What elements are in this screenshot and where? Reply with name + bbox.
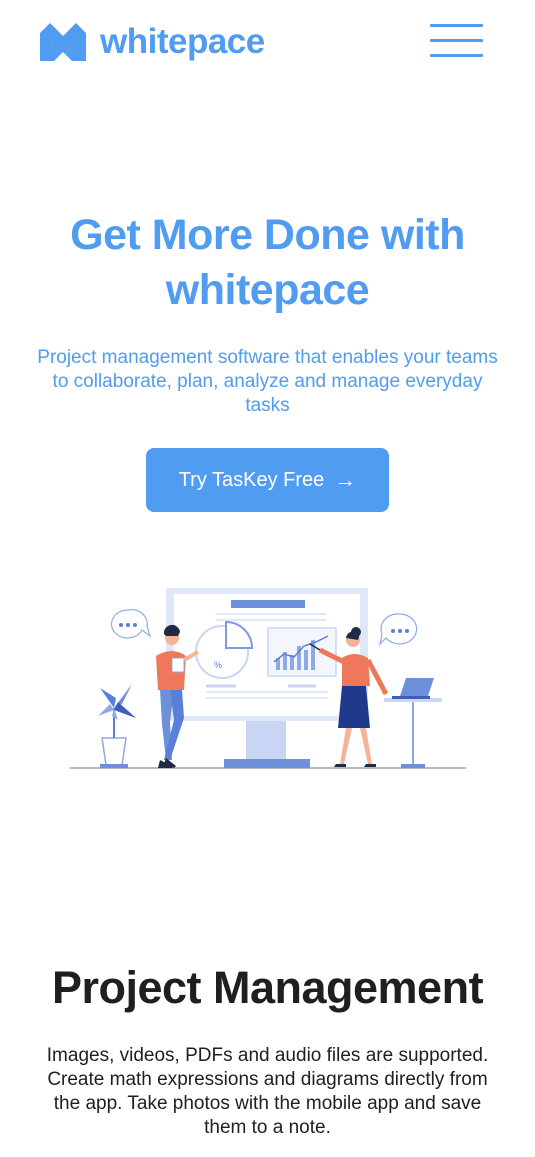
- arrow-right-icon: →: [334, 467, 357, 492]
- pie-percent-label: %: [214, 660, 222, 670]
- hamburger-menu-icon[interactable]: [428, 24, 484, 60]
- menu-line: [430, 24, 483, 27]
- try-taskey-free-button[interactable]: Try TasKey Free →: [146, 448, 389, 512]
- cta-label: Try TasKey Free: [178, 468, 325, 491]
- whitepace-logo-icon: [40, 23, 86, 61]
- hero-title: Get More Done with whitepace: [70, 211, 465, 314]
- chat-bubble-icon: [379, 613, 418, 646]
- logo-link[interactable]: whitepace: [40, 22, 265, 62]
- section-text: Images, videos, PDFs and audio files are…: [46, 1045, 489, 1138]
- section-title: Project Management: [51, 962, 484, 1013]
- chat-bubble-icon: [110, 609, 152, 639]
- site-header: whitepace: [0, 0, 535, 84]
- logo-text: whitepace: [100, 22, 265, 61]
- menu-line: [430, 39, 483, 42]
- plant-icon: [98, 684, 136, 768]
- laptop-table-icon: [384, 678, 442, 768]
- hero-subtitle: Project management software that enables…: [37, 347, 498, 416]
- menu-line: [430, 54, 483, 57]
- monitor-screen-icon: %: [166, 588, 368, 768]
- page: whitepace Get More Done with whitepace P…: [0, 0, 535, 1157]
- hero-illustration: %: [70, 588, 466, 769]
